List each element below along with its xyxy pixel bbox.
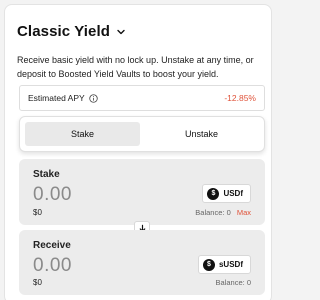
receive-balance-value: 0 [246,278,251,287]
stake-unstake-tabs: Stake Unstake [19,116,265,152]
receive-amount: 0.00 [33,255,72,276]
description-text: Receive basic yield with no lock up. Uns… [17,55,254,79]
apy-value: -12.85% [224,93,256,103]
stake-balance-value: 0 [226,208,231,217]
stake-usd-value: $0 [33,208,42,217]
receive-label: Receive [33,240,71,251]
info-icon[interactable] [89,93,98,103]
chevron-down-icon [117,29,125,34]
stake-token-symbol: USDf [223,189,243,198]
susdf-token-badge: $ sUSDf [197,255,251,274]
page-title: Classic Yield [17,23,111,40]
tab-stake[interactable]: Stake [25,122,140,146]
stake-label: Stake [33,169,60,180]
stake-panel: Stake 0.00 $ USDf $0 Balance: 0 Max [19,159,265,225]
max-button[interactable]: Max [237,208,251,217]
usdf-token-selector[interactable]: $ USDf [202,184,251,203]
stake-balance-label: Balance: [195,208,225,217]
receive-usd-value: $0 [33,278,42,287]
receive-panel: Receive 0.00 $ sUSDf $0 Balance: 0 [19,230,265,295]
vault-selector[interactable]: Classic Yield [17,23,126,40]
susdf-token-icon: $ [202,258,215,271]
apy-label: Estimated APY [28,93,85,103]
classic-yield-card: Classic Yield Receive basic yield with n… [4,4,272,300]
receive-balance: Balance: 0 [216,278,251,287]
receive-token-symbol: sUSDf [218,260,243,269]
receive-balance-label: Balance: [215,278,245,287]
estimated-apy-row: Estimated APY -12.85% [19,85,265,111]
stake-amount-input[interactable]: 0.00 [33,184,72,206]
usdf-token-icon: $ [207,187,220,200]
tab-unstake[interactable]: Unstake [144,122,259,146]
stake-balance: Balance: 0 Max [195,208,251,217]
